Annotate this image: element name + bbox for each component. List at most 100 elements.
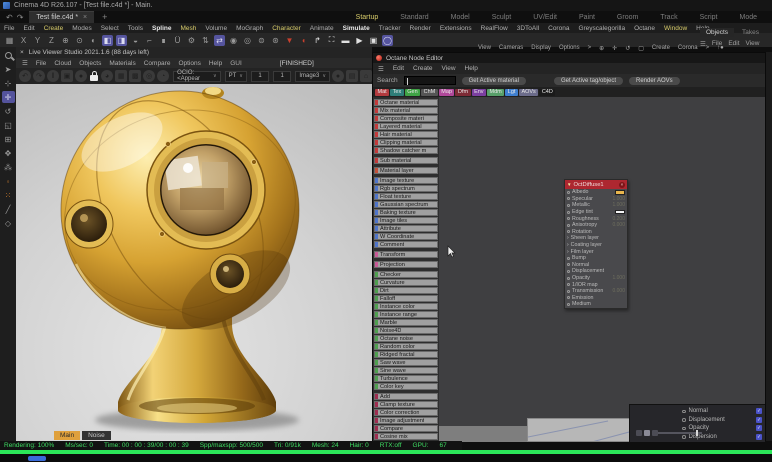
node-list-item[interactable]: Image texture	[374, 177, 438, 184]
layout-tab[interactable]: Groom	[606, 14, 649, 21]
filter-chip[interactable]: Env	[472, 89, 486, 96]
node-list-item[interactable]: Clamp texture	[374, 401, 438, 408]
lv-toolbar-icon[interactable]: ⌂	[360, 70, 372, 82]
kernel-dropdown[interactable]: PT ∨	[225, 71, 247, 82]
node-list-item[interactable]: Add	[374, 393, 438, 400]
pin-connector-icon[interactable]	[567, 257, 570, 260]
list-view-icon[interactable]	[644, 430, 650, 436]
filter-chip[interactable]: Gen	[405, 89, 420, 96]
lv-toolbar-icon[interactable]: ↷	[33, 70, 45, 82]
toolbar-icon[interactable]: X	[18, 35, 29, 46]
node-list-item[interactable]: Cosine mix	[374, 433, 438, 440]
menu-item[interactable]: Greyscalegorilla	[578, 25, 625, 32]
layout-tab[interactable]: Startup	[345, 14, 390, 21]
node-editor-titlebar[interactable]: Octane Node Editor	[373, 53, 765, 63]
lv-toolbar-icon[interactable]: ‖	[47, 70, 59, 82]
pin-connector-icon[interactable]	[567, 191, 570, 194]
lv-menu-materials[interactable]: Materials	[109, 60, 135, 67]
pin-connector-icon[interactable]	[567, 303, 570, 306]
layout-tab[interactable]: UV/Edit	[522, 14, 568, 21]
menu-item[interactable]: Tools	[128, 25, 143, 32]
viewport-menu-view[interactable]: View	[478, 45, 491, 52]
layout-tab[interactable]: Standard	[389, 14, 439, 21]
toolbar-icon[interactable]: Ü	[172, 35, 183, 46]
toolbar-icon[interactable]: ⌐	[144, 35, 155, 46]
filter-chip[interactable]: Dfm	[455, 89, 470, 96]
toolbar-icon[interactable]: ⊜	[256, 35, 267, 46]
checkbox-checked-icon[interactable]: ✓	[756, 434, 762, 440]
lv-menu-file[interactable]: File	[36, 60, 46, 67]
filter-chip[interactable]: AOVs	[519, 89, 538, 96]
toolbar-icon[interactable]: Z	[46, 35, 57, 46]
menu-item[interactable]: 3DToAll	[517, 25, 539, 32]
filter-chip[interactable]: Lgt	[505, 89, 518, 96]
search-icon[interactable]	[2, 49, 15, 61]
node-pin-row[interactable]: › Metallic 1.000	[565, 202, 627, 209]
menu-item[interactable]: Modes	[72, 25, 92, 32]
expander-icon[interactable]: ›	[567, 242, 569, 248]
pin-connector-icon[interactable]	[567, 296, 570, 299]
node-pin-row[interactable]: › Film layer	[565, 248, 627, 255]
node-list-item[interactable]: Saw wave	[374, 359, 438, 366]
pin-connector-icon[interactable]	[567, 290, 570, 293]
node-list-item[interactable]: Curvature	[374, 279, 438, 286]
menu-item[interactable]: Octane	[634, 25, 655, 32]
pin-connector-icon[interactable]	[567, 204, 570, 207]
move-tool-icon[interactable]: ✛	[2, 91, 15, 103]
toolbar-icon[interactable]: ◖	[298, 35, 309, 46]
layout-tab[interactable]: Paint	[568, 14, 606, 21]
lv-toolbar-icon[interactable]: ◕	[101, 70, 113, 82]
ne-menu-edit[interactable]: Edit	[393, 65, 404, 72]
lv-menu-help[interactable]: Help	[209, 60, 222, 67]
node-close-icon[interactable]: ×	[619, 182, 625, 188]
hamburger-icon[interactable]: ☰	[378, 65, 384, 73]
lv-menu-gui[interactable]: GUI	[230, 60, 242, 67]
toolbar-icon[interactable]: ▣	[368, 35, 379, 46]
object-manager-tab[interactable]: Takes	[736, 28, 765, 37]
pin-connector-icon[interactable]	[567, 224, 570, 227]
material-node[interactable]: ▼ OctDiffuse1 × › Albedo	[564, 179, 628, 309]
node-list-item[interactable]: Instance range	[374, 311, 438, 318]
scale-tool-icon[interactable]: ◱	[2, 119, 15, 131]
ne-menu-help[interactable]: Help	[465, 65, 478, 72]
node-list-item[interactable]: W Coordinate	[374, 233, 438, 240]
document-tab[interactable]: Test file.c4d * ×	[29, 11, 94, 23]
live-selection-icon[interactable]: ➤	[2, 63, 15, 75]
image-dropdown[interactable]: Image3 ∨	[295, 71, 330, 82]
get-active-material-button[interactable]: Get Active material	[462, 77, 526, 85]
filter-chip[interactable]: Map	[439, 89, 455, 96]
toolbar-icon[interactable]: ▼	[284, 35, 295, 46]
expander-icon[interactable]: ›	[567, 235, 569, 241]
menu-item[interactable]: MoGraph	[236, 25, 263, 32]
lv-toolbar-icon[interactable]: ◎	[143, 70, 155, 82]
render-viewport[interactable]: MainNoise	[16, 84, 372, 441]
node-header[interactable]: ▼ OctDiffuse1 ×	[565, 180, 627, 189]
checkbox-checked-icon[interactable]: ✓	[756, 417, 762, 423]
ne-menu-view[interactable]: View	[442, 65, 456, 72]
node-pin-row[interactable]: › Displacement	[565, 268, 627, 275]
render-pass-tab[interactable]: Noise	[82, 431, 111, 440]
menu-item[interactable]: Volume	[205, 25, 227, 32]
chevron-right-icon[interactable]: >	[706, 45, 710, 52]
node-graph-canvas[interactable]: ▼ OctDiffuse1 × › Albedo	[439, 97, 765, 442]
move-icon[interactable]: ✛	[612, 45, 617, 52]
toolbar-icon[interactable]: ▦	[4, 35, 15, 46]
menu-item[interactable]: Tracker	[379, 25, 401, 32]
menu-item[interactable]: Corona	[548, 25, 569, 32]
layout-tab[interactable]: Model	[440, 14, 481, 21]
region-field-2[interactable]: 1	[273, 71, 291, 82]
node-pin-row[interactable]: › Roughness 0.200	[565, 215, 627, 222]
lv-toolbar-icon[interactable]: ▤	[346, 70, 358, 82]
filter-chip[interactable]: Tex	[390, 89, 404, 96]
toolbar-icon[interactable]: ◯	[382, 35, 393, 46]
node-list-item[interactable]: Gaussian spectrum	[374, 201, 438, 208]
camera-lock-icon[interactable]: ↑●	[717, 45, 724, 52]
pin-connector-icon[interactable]	[567, 277, 570, 280]
checkbox-checked-icon[interactable]: ✓	[756, 425, 762, 431]
node-list-item[interactable]: Composite materi	[374, 115, 438, 122]
node-list-item[interactable]: Attribute	[374, 225, 438, 232]
menu-item[interactable]: Character	[272, 25, 301, 32]
close-icon[interactable]: ×	[20, 49, 24, 56]
viewport-menu-cameras[interactable]: Cameras	[499, 45, 523, 52]
lv-toolbar-icon[interactable]: ↶	[19, 70, 31, 82]
